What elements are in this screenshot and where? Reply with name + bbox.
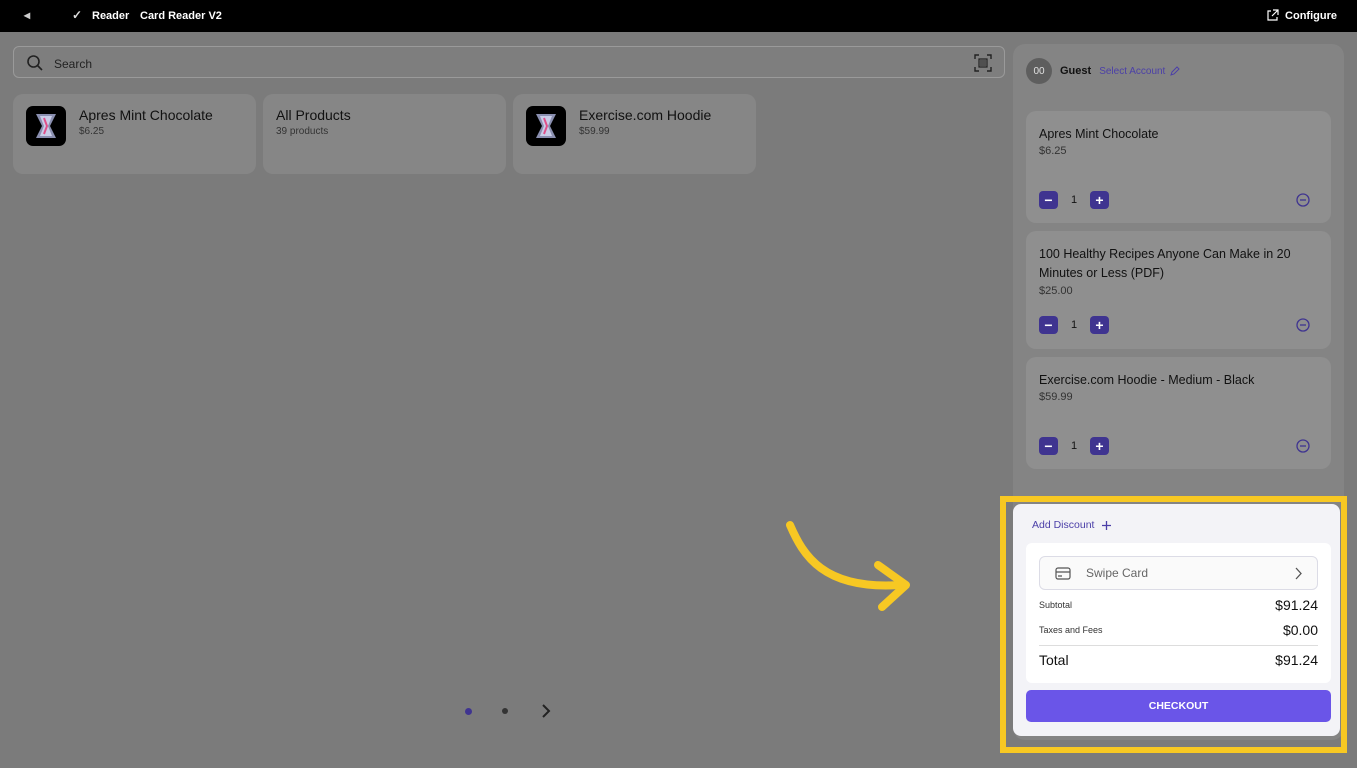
product-count: 39 products [276, 126, 329, 137]
quantity-value: 1 [1070, 194, 1078, 206]
annotation-arrow-icon [786, 521, 910, 611]
cart-item-price: $25.00 [1039, 285, 1073, 297]
external-link-icon [1267, 9, 1279, 21]
remove-item-icon[interactable] [1296, 318, 1310, 332]
quantity-value: 1 [1070, 319, 1078, 331]
check-icon: ✓ [72, 8, 83, 22]
remove-item-icon[interactable] [1296, 193, 1310, 207]
pagination [460, 700, 560, 722]
top-bar: ◂ ✓ Reader Card Reader V2 Configure [0, 0, 1357, 32]
search-bar [13, 46, 1005, 78]
configure-label: Configure [1285, 9, 1337, 22]
all-products-tile[interactable]: All Products 39 products [263, 94, 506, 174]
cart-item-name: Exercise.com Hoodie - Medium - Black [1039, 373, 1255, 387]
barcode-scan-icon[interactable] [974, 54, 992, 72]
quantity-stepper: − 1 + [1039, 191, 1109, 209]
avatar: 00 [1026, 58, 1052, 84]
account-bar: 00 Guest Select Account [1026, 58, 1181, 84]
product-price: $6.25 [79, 126, 105, 137]
product-tile[interactable]: Apres Mint Chocolate $6.25 [13, 94, 256, 174]
page-dot-active[interactable] [465, 708, 472, 715]
pencil-icon [1170, 65, 1181, 76]
product-name: Exercise.com Hoodie [579, 107, 712, 123]
decrease-qty-button[interactable]: − [1039, 316, 1058, 334]
product-price: $59.99 [579, 126, 610, 137]
device-name: Card Reader V2 [140, 10, 222, 22]
increase-qty-button[interactable]: + [1090, 437, 1109, 455]
search-icon [27, 55, 43, 71]
chevron-right-icon[interactable] [540, 703, 552, 719]
product-name: Apres Mint Chocolate [79, 107, 213, 123]
increase-qty-button[interactable]: + [1090, 316, 1109, 334]
remove-item-icon[interactable] [1296, 439, 1310, 453]
select-account-link[interactable]: Select Account [1099, 65, 1181, 77]
highlight-frame [1000, 496, 1347, 753]
page-dot[interactable] [502, 708, 508, 714]
cart-item: Exercise.com Hoodie - Medium - Black $59… [1026, 357, 1331, 469]
cart-item-name: Apres Mint Chocolate [1039, 127, 1159, 141]
select-account-label: Select Account [1099, 65, 1166, 77]
search-input[interactable] [52, 53, 936, 75]
product-thumbnail [26, 106, 66, 146]
increase-qty-button[interactable]: + [1090, 191, 1109, 209]
quantity-value: 1 [1070, 440, 1078, 452]
cart-item-price: $6.25 [1039, 145, 1067, 157]
decrease-qty-button[interactable]: − [1039, 191, 1058, 209]
cart-item: 100 Healthy Recipes Anyone Can Make in 2… [1026, 231, 1331, 349]
decrease-qty-button[interactable]: − [1039, 437, 1058, 455]
product-tile[interactable]: Exercise.com Hoodie $59.99 [513, 94, 756, 174]
quantity-stepper: − 1 + [1039, 316, 1109, 334]
cart-item-price: $59.99 [1039, 391, 1073, 403]
quantity-stepper: − 1 + [1039, 437, 1109, 455]
product-thumbnail [526, 106, 566, 146]
configure-button[interactable]: Configure [1266, 9, 1337, 22]
cart-item: Apres Mint Chocolate $6.25 − 1 + [1026, 111, 1331, 223]
reader-label: Reader [92, 10, 130, 22]
account-name: Guest [1060, 65, 1092, 77]
back-icon[interactable]: ◂ [24, 8, 30, 22]
category-name: All Products [276, 107, 351, 123]
cart-item-name: 100 Healthy Recipes Anyone Can Make in 2… [1039, 247, 1291, 280]
